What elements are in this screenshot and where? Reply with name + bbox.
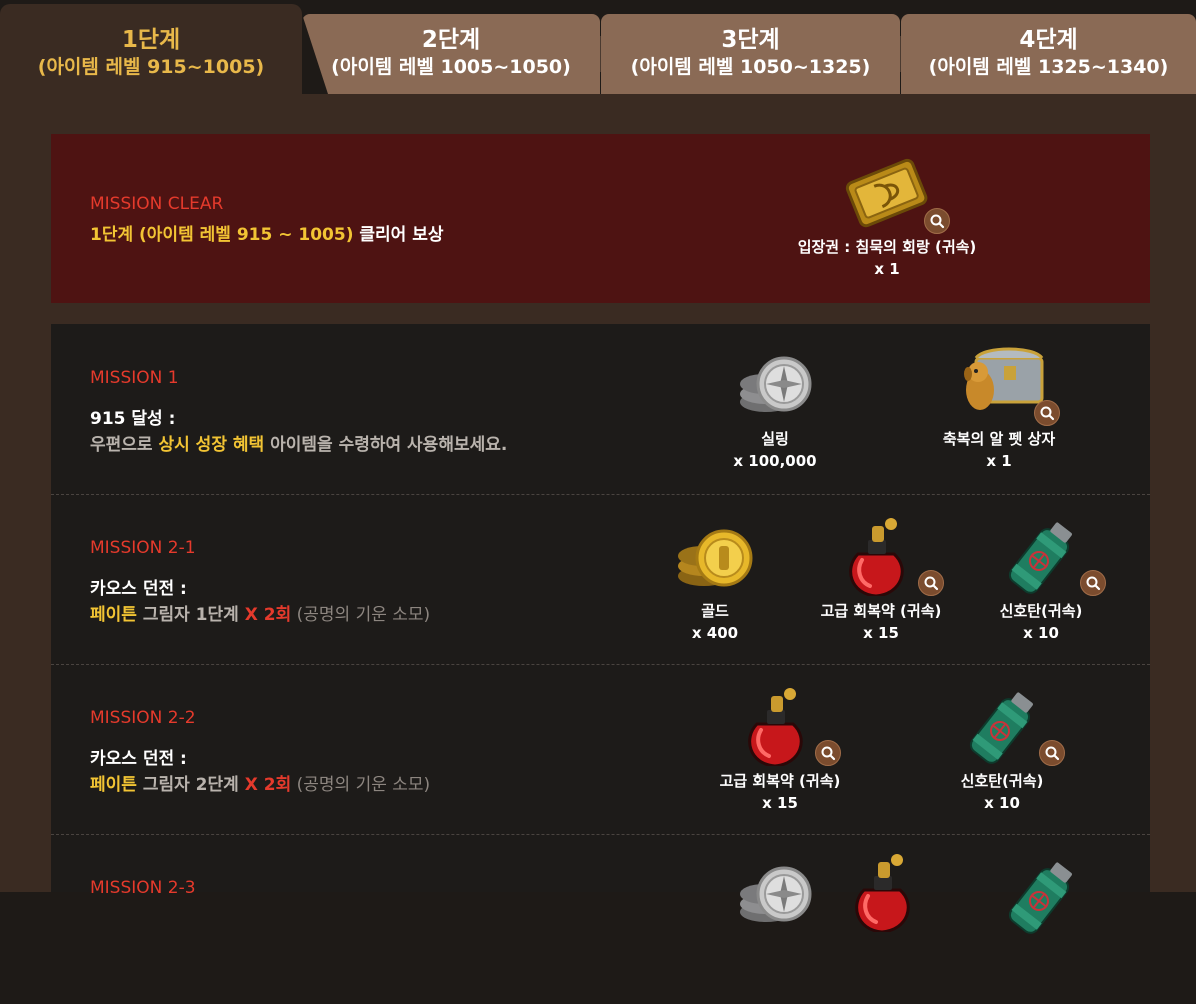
reward-item: 고급 회복약 (귀속) x 15 (680, 686, 880, 814)
reward-name: 실링 (761, 430, 789, 448)
stage-tabs: 1단계 (아이템 레벨 915~1005) 2단계 (아이템 레벨 1005~1… (0, 0, 1196, 104)
mission-row: MISSION 2-3 (51, 834, 1150, 1004)
potion-icon (836, 516, 944, 598)
tab-stage-3-range: (아이템 레벨 1050~1325) (630, 56, 871, 78)
zoom-icon[interactable] (815, 740, 841, 766)
reward-name: 입장권 : 침묵의 회랑 (귀속) (797, 238, 977, 256)
tab-stage-4-range: (아이템 레벨 1325~1340) (928, 56, 1169, 78)
mission-clear-panel: MISSION CLEAR 1단계 (아이템 레벨 915 ~ 1005) 클리… (51, 134, 1150, 303)
reward-qty: x 1 (874, 260, 900, 278)
reward-item: 신호탄(귀속) x 10 (941, 516, 1141, 644)
reward-qty: x 1 (986, 452, 1012, 470)
tab-stage-4-label: 4단계 (1019, 27, 1078, 53)
mission-title: MISSION 2-2 (90, 708, 196, 728)
potion-icon (842, 852, 932, 934)
mission-title: MISSION 1 (90, 368, 179, 388)
potion-icon (735, 686, 841, 768)
reward-item: 신호탄(귀속) x 10 (902, 686, 1102, 814)
mission-count: X 2회 (244, 775, 292, 795)
reward-item: 축복의 알 펫 상자 x 1 (899, 344, 1099, 472)
mission-row: MISSION 2-2 카오스 던전 : 페이튼 그림자 2단계 X 2회 (공… (51, 664, 1150, 835)
mission-line-1: 915 달성 : (90, 409, 176, 429)
reward-name: 신호탄(귀속) (960, 772, 1044, 790)
mission-line-2: 페이튼 그림자 1단계 X 2회 (공명의 기운 소모) (90, 600, 430, 625)
clear-reward-text: 클리어 보상 (353, 225, 444, 245)
tab-stage-1[interactable]: 1단계 (아이템 레벨 915~1005) (0, 4, 302, 104)
mission-line-1: 카오스 던전 : (90, 579, 187, 599)
mission-title: MISSION 2-3 (90, 878, 196, 898)
zoom-icon[interactable] (1034, 400, 1060, 426)
mission-text: 그림자 2단계 (136, 775, 245, 795)
tab-stage-2-range: (아이템 레벨 1005~1050) (331, 56, 571, 78)
reward-name: 고급 회복약 (귀속) (719, 772, 841, 790)
tab-stage-1-range: (아이템 레벨 915~1005) (37, 56, 265, 78)
reward-qty: x 10 (1023, 624, 1059, 642)
flare-icon (957, 686, 1065, 768)
tab-stage-4[interactable]: 4단계 (아이템 레벨 1325~1340) (901, 14, 1196, 94)
mission-clear-desc: 1단계 (아이템 레벨 915 ~ 1005) 클리어 보상 (90, 220, 444, 245)
reward-item (941, 856, 1141, 938)
flare-icon (996, 856, 1086, 938)
tab-stage-3-label: 3단계 (721, 27, 780, 53)
reward-qty: x 15 (762, 794, 798, 812)
tab-stage-2[interactable]: 2단계 (아이템 레벨 1005~1050) (302, 14, 600, 94)
mission-row: MISSION 1 915 달성 : 우편으로 상시 성장 혜택 아이템을 수령… (51, 324, 1150, 495)
mission-text: 그림자 1단계 (136, 605, 245, 625)
reward-qty: x 100,000 (733, 452, 817, 470)
mission-clear-title: MISSION CLEAR (90, 194, 224, 214)
gold-coin-icon (670, 516, 760, 596)
reward-qty: x 10 (984, 794, 1020, 812)
silver-coin-icon (730, 344, 820, 424)
mission-text: 아이템을 수령하여 사용해보세요. (264, 435, 508, 455)
zoom-icon[interactable] (1080, 570, 1106, 596)
flare-icon (996, 516, 1106, 598)
tab-stage-3[interactable]: 3단계 (아이템 레벨 1050~1325) (601, 14, 900, 94)
pet-box-icon (954, 344, 1060, 426)
reward-name: 축복의 알 펫 상자 (942, 430, 1056, 448)
mission-line-1: 카오스 던전 : (90, 749, 187, 769)
mission-text: 우편으로 (90, 435, 159, 455)
dungeon-name: 페이튼 (90, 775, 137, 795)
mission-title: MISSION 2-1 (90, 538, 196, 558)
tab-stage-1-label: 1단계 (121, 27, 181, 53)
mission-count: X 2회 (244, 605, 292, 625)
zoom-icon[interactable] (924, 208, 950, 234)
reward-item: 실링 x 100,000 (675, 344, 875, 472)
mission-line-2: 우편으로 상시 성장 혜택 아이템을 수령하여 사용해보세요. (90, 430, 507, 455)
zoom-icon[interactable] (1039, 740, 1065, 766)
mission-row: MISSION 2-1 카오스 던전 : 페이튼 그림자 1단계 X 2회 (공… (51, 494, 1150, 665)
mission-note: (공명의 기운 소모) (291, 775, 431, 795)
mission-line-2: 페이튼 그림자 2단계 X 2회 (공명의 기운 소모) (90, 770, 430, 795)
tab-stage-2-label: 2단계 (421, 27, 481, 53)
mission-highlight: 상시 성장 혜택 (158, 435, 265, 455)
ticket-icon (842, 152, 950, 234)
missions-panel: MISSION 1 915 달성 : 우편으로 상시 성장 혜택 아이템을 수령… (51, 324, 1150, 938)
reward-item: 입장권 : 침묵의 회랑 (귀속) x 1 (787, 152, 987, 280)
mission-note: (공명의 기운 소모) (291, 605, 431, 625)
reward-name: 신호탄(귀속) (999, 602, 1083, 620)
dungeon-name: 페이튼 (90, 605, 137, 625)
clear-stage-range: 1단계 (아이템 레벨 915 ~ 1005) (90, 225, 354, 245)
